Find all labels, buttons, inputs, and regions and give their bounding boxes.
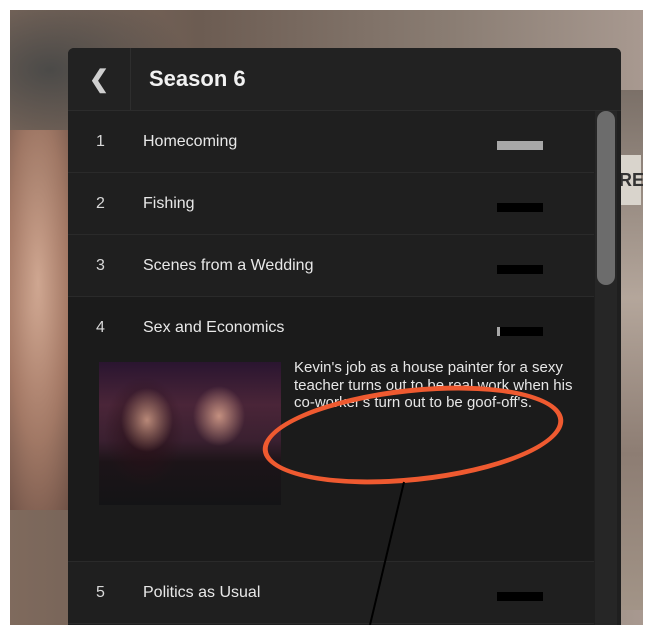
season-title: Season 6	[149, 66, 246, 91]
episode-thumbnail[interactable]	[99, 362, 281, 505]
back-button[interactable]: ❮	[68, 48, 131, 110]
progress-bar	[497, 265, 543, 274]
episode-number: 3	[96, 257, 105, 274]
episode-list: 1 Homecoming 2 Fishing 3 Scenes from a W…	[68, 111, 594, 624]
episode-title: Scenes from a Wedding	[143, 257, 314, 274]
episode-title: Homecoming	[143, 133, 238, 150]
panel-header: ❮ Season 6	[68, 48, 621, 111]
progress-bar	[497, 141, 543, 150]
episode-title: Sex and Economics	[143, 319, 285, 336]
chevron-left-icon: ❮	[88, 65, 110, 93]
episode-row[interactable]: 3 Scenes from a Wedding	[68, 235, 594, 297]
scrollbar-thumb[interactable]	[597, 111, 615, 285]
episode-title: Politics as Usual	[143, 584, 261, 601]
progress-bar	[497, 203, 543, 212]
episode-row[interactable]: 1 Homecoming	[68, 111, 594, 173]
episode-row[interactable]: 2 Fishing	[68, 173, 594, 235]
episode-number: 5	[96, 584, 105, 601]
episode-title: Fishing	[143, 195, 195, 212]
progress-bar	[497, 327, 543, 336]
episode-panel: ❮ Season 6 1 Homecoming 2 Fishing 3 Scen…	[68, 48, 621, 625]
scrollbar[interactable]	[595, 111, 617, 625]
progress-bar	[497, 592, 543, 601]
episode-row[interactable]: 5 Politics as Usual	[68, 562, 594, 624]
episode-number: 1	[96, 133, 105, 150]
episode-number: 4	[96, 319, 105, 336]
episode-number: 2	[96, 195, 105, 212]
